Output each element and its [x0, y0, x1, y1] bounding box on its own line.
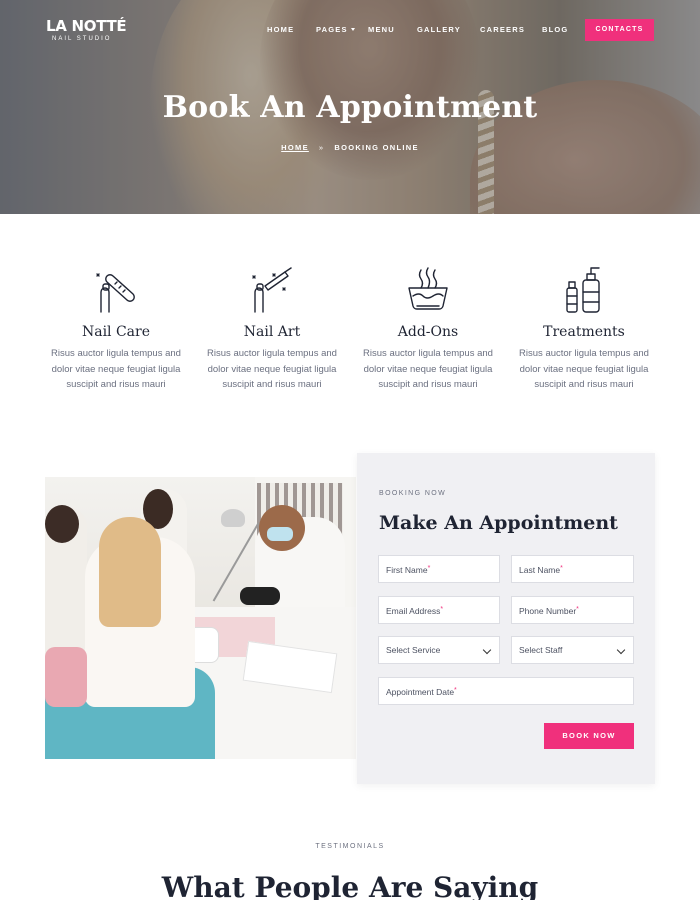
required-mark: * — [454, 687, 457, 694]
service-card-treatments: Treatments Risus auctor ligula tempus an… — [514, 266, 654, 393]
required-mark: * — [427, 565, 431, 572]
brand-logo[interactable]: LA NOTTÉ NAIL STUDIO — [46, 17, 127, 42]
chevron-down-icon — [616, 645, 626, 655]
required-mark: * — [560, 565, 563, 572]
email-field[interactable]: Email Address* — [378, 596, 500, 624]
service-title: Nail Care — [81, 324, 151, 340]
caret-down-icon — [350, 28, 355, 31]
breadcrumb-home-link[interactable]: HOME — [281, 143, 309, 152]
service-title: Treatments — [543, 324, 625, 340]
nav-item-blog[interactable]: BLOG — [542, 25, 568, 34]
booking-eyebrow: BOOKING NOW — [379, 490, 447, 497]
brand-name: LA NOTTÉ — [46, 17, 127, 35]
service-title: Nail Art — [243, 324, 301, 340]
hero-banner: LA NOTTÉ NAIL STUDIO HOME PAGES MENU GAL… — [0, 0, 700, 214]
required-mark: * — [440, 606, 444, 613]
service-title: Add-Ons — [397, 324, 459, 340]
brand-tagline: NAIL STUDIO — [52, 36, 112, 42]
booking-form-panel: BOOKING NOW Make An Appointment First Na… — [357, 453, 655, 784]
service-card-nail-care: Nail Care Risus auctor ligula tempus and… — [46, 266, 186, 393]
salon-photo — [45, 477, 356, 759]
breadcrumb-separator: » — [318, 143, 325, 152]
select-staff-dropdown[interactable]: Select Staff — [511, 636, 634, 664]
service-description: Risus auctor ligula tempus and dolor vit… — [51, 348, 181, 390]
select-service-dropdown[interactable]: Select Service — [378, 636, 500, 664]
testimonials-eyebrow: TESTIMONIALS — [315, 843, 385, 850]
service-description: Risus auctor ligula tempus and dolor vit… — [207, 348, 337, 390]
service-description: Risus auctor ligula tempus and dolor vit… — [519, 348, 649, 390]
service-description: Risus auctor ligula tempus and dolor vit… — [363, 348, 493, 390]
book-now-button[interactable]: BOOK NOW — [544, 723, 634, 749]
contacts-button[interactable]: CONTACTS — [585, 19, 654, 41]
nail-polish-brush-icon — [252, 267, 292, 313]
nail-file-icon — [96, 273, 135, 313]
required-mark: * — [576, 606, 579, 613]
phone-field[interactable]: Phone Number* — [511, 596, 634, 624]
nav-item-gallery[interactable]: GALLERY — [417, 25, 461, 34]
nav-item-careers[interactable]: CAREERS — [480, 25, 525, 34]
lotion-bottles-icon — [566, 267, 600, 313]
nav-item-home[interactable]: HOME — [267, 25, 294, 34]
appointment-date-field[interactable]: Appointment Date* — [378, 677, 634, 705]
last-name-field[interactable]: Last Name* — [511, 555, 634, 583]
first-name-field[interactable]: First Name* — [378, 555, 500, 583]
booking-heading: Make An Appointment — [379, 512, 618, 534]
page-title: Book An Appointment — [162, 90, 538, 125]
nav-item-pages[interactable]: PAGES — [316, 25, 355, 34]
breadcrumb: HOME » BOOKING ONLINE — [0, 143, 700, 152]
soaking-bowl-icon — [408, 267, 448, 310]
breadcrumb-current: BOOKING ONLINE — [334, 143, 419, 152]
chevron-down-icon — [482, 645, 492, 655]
service-card-add-ons: Add-Ons Risus auctor ligula tempus and d… — [358, 266, 498, 393]
testimonials-heading: What People Are Saying — [161, 871, 539, 900]
nav-item-menu[interactable]: MENU — [368, 25, 395, 34]
main-navigation: LA NOTTÉ NAIL STUDIO HOME PAGES MENU GAL… — [0, 0, 700, 60]
service-card-nail-art: Nail Art Risus auctor ligula tempus and … — [202, 266, 342, 393]
